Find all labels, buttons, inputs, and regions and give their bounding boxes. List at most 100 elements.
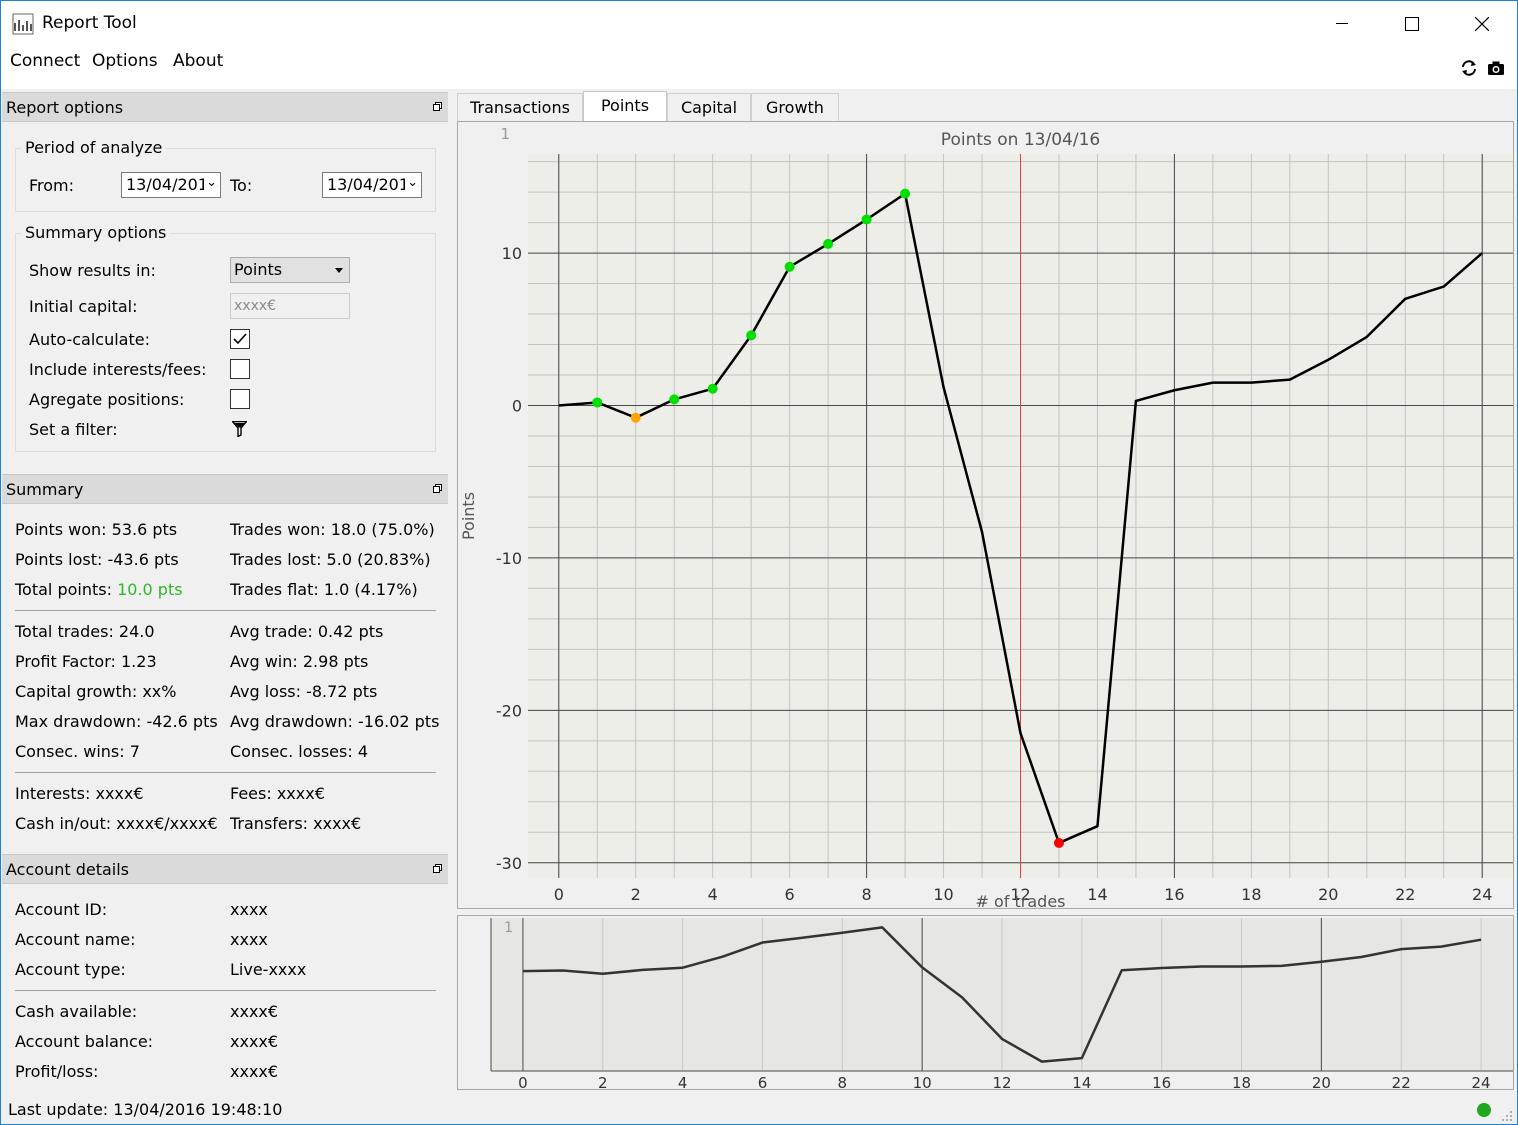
minimize-icon: [1336, 23, 1348, 24]
summary-divider: [15, 772, 436, 773]
close-icon: [1475, 17, 1489, 31]
filter-label: Set a filter:: [29, 420, 118, 439]
dropdown-arrow-icon: [335, 268, 343, 273]
include-fees-checkbox[interactable]: [230, 359, 250, 379]
avg-loss: Avg loss: -8.72 pts: [230, 682, 378, 701]
fees: Fees: xxxx€: [230, 784, 325, 803]
show-results-select[interactable]: Points: [230, 257, 350, 283]
checkmark-icon: [233, 333, 247, 345]
summary-header[interactable]: Summary: [2, 474, 448, 504]
overview-chart[interactable]: 0 2 4 6 8 10 12 14 16 18 20 22 241: [458, 916, 1513, 1089]
menu-options[interactable]: Options: [92, 51, 158, 71]
show-results-label: Show results in:: [29, 261, 156, 280]
x-tick-label: 18: [1241, 885, 1261, 904]
overview-corner-label: 1: [504, 920, 513, 936]
tab-growth[interactable]: Growth: [751, 93, 839, 122]
data-point: [707, 383, 718, 394]
consec-losses: Consec. losses: 4: [230, 742, 368, 761]
x-tick-label: 22: [1395, 885, 1415, 904]
total-points-value: 10.0 pts: [117, 580, 183, 599]
profit-loss-value: xxxx€: [230, 1062, 279, 1081]
to-date-picker[interactable]: 13/04/2016 ⌄: [322, 172, 422, 198]
window-title: Report Tool: [42, 13, 137, 33]
capital-growth: Capital growth: xx%: [15, 682, 177, 701]
float-dock-icon[interactable]: [433, 102, 442, 111]
data-point: [823, 238, 834, 249]
account-details-title: Account details: [6, 860, 129, 879]
x-tick-label: 16: [1164, 885, 1184, 904]
overview-x-tick-label: 12: [992, 1074, 1011, 1089]
y-tick-label: -10: [496, 549, 522, 568]
x-tick-label: 24: [1472, 885, 1492, 904]
data-point: [900, 188, 911, 199]
connection-status-icon: [1477, 1103, 1491, 1117]
menu-connect[interactable]: Connect: [10, 51, 80, 71]
tab-capital[interactable]: Capital: [667, 93, 751, 122]
include-fees-label: Include interests/fees:: [29, 360, 207, 379]
account-type-value: Live-xxxx: [230, 960, 307, 979]
trades-flat: Trades flat: 1.0 (4.17%): [230, 580, 418, 599]
aggregate-label: Agregate positions:: [29, 390, 185, 409]
auto-calc-checkbox[interactable]: [230, 329, 250, 349]
cash-available-value: xxxx€: [230, 1002, 279, 1021]
y-tick-label: -30: [496, 854, 522, 873]
corner-label: 1: [500, 125, 510, 143]
account-balance-value: xxxx€: [230, 1032, 279, 1051]
y-axis-label: Points: [459, 492, 478, 540]
total-points: Total points: 10.0 pts: [15, 580, 183, 599]
account-id-value: xxxx: [230, 900, 268, 919]
x-tick-label: 14: [1087, 885, 1107, 904]
camera-icon[interactable]: [1487, 59, 1505, 77]
consec-wins: Consec. wins: 7: [15, 742, 140, 761]
points-won: Points won: 53.6 pts: [15, 520, 178, 539]
tab-points[interactable]: Points: [583, 91, 667, 122]
y-tick-label: -20: [496, 701, 522, 720]
initial-capital-input[interactable]: xxxx€: [230, 293, 350, 319]
data-point: [630, 412, 641, 423]
aggregate-checkbox[interactable]: [230, 389, 250, 409]
report-options-header[interactable]: Report options: [2, 92, 448, 122]
account-details-header[interactable]: Account details: [2, 854, 448, 884]
tab-transactions[interactable]: Transactions: [457, 93, 583, 122]
title-bar[interactable]: Report Tool: [1, 1, 1517, 47]
cash-available-label: Cash available:: [15, 1002, 138, 1021]
float-dock-icon[interactable]: [433, 484, 442, 493]
minimize-button[interactable]: [1307, 1, 1377, 47]
total-points-label: Total points:: [15, 580, 112, 599]
data-point: [746, 330, 757, 341]
resize-grip-icon[interactable]: [1501, 1110, 1513, 1122]
refresh-icon[interactable]: [1460, 59, 1478, 77]
data-point: [669, 394, 680, 405]
data-point: [592, 397, 603, 408]
total-trades: Total trades: 24.0: [15, 622, 155, 641]
overview-x-tick-label: 22: [1392, 1074, 1411, 1089]
tab-bar: Transactions Points Capital Growth: [457, 91, 1517, 123]
overview-x-tick-label: 16: [1152, 1074, 1171, 1089]
trades-won: Trades won: 18.0 (75.0%): [230, 520, 435, 539]
profit-factor: Profit Factor: 1.23: [15, 652, 157, 671]
account-divider: [15, 990, 436, 991]
overview-x-tick-label: 8: [838, 1074, 848, 1089]
from-label: From:: [29, 176, 75, 195]
float-dock-icon[interactable]: [433, 864, 442, 873]
x-axis-label: # of trades: [976, 892, 1066, 908]
menu-about[interactable]: About: [173, 51, 223, 71]
maximize-button[interactable]: [1377, 1, 1447, 47]
avg-trade: Avg trade: 0.42 pts: [230, 622, 384, 641]
main-window: Report Tool Connect Options About Report…: [0, 0, 1518, 1125]
from-date-picker[interactable]: 13/04/2016 ⌄: [121, 172, 221, 198]
overview-x-tick-label: 2: [598, 1074, 608, 1089]
overview-x-tick-label: 10: [913, 1074, 932, 1089]
overview-chart-panel: 0 2 4 6 8 10 12 14 16 18 20 22 24 1: [457, 915, 1514, 1090]
report-options-title: Report options: [6, 98, 124, 117]
points-chart[interactable]: 100-10-20-300 2 4 6 8 10 12 14 16 18 20 22 24Points …: [458, 122, 1513, 908]
chevron-down-icon: ⌄: [204, 175, 217, 190]
app-chart-icon: [12, 13, 34, 35]
filter-icon[interactable]: [232, 421, 247, 437]
close-button[interactable]: [1447, 1, 1517, 47]
data-point: [861, 214, 872, 225]
transfers: Transfers: xxxx€: [230, 814, 362, 833]
overview-x-tick-label: 6: [758, 1074, 768, 1089]
interests: Interests: xxxx€: [15, 784, 144, 803]
overview-x-tick-label: 20: [1312, 1074, 1331, 1089]
